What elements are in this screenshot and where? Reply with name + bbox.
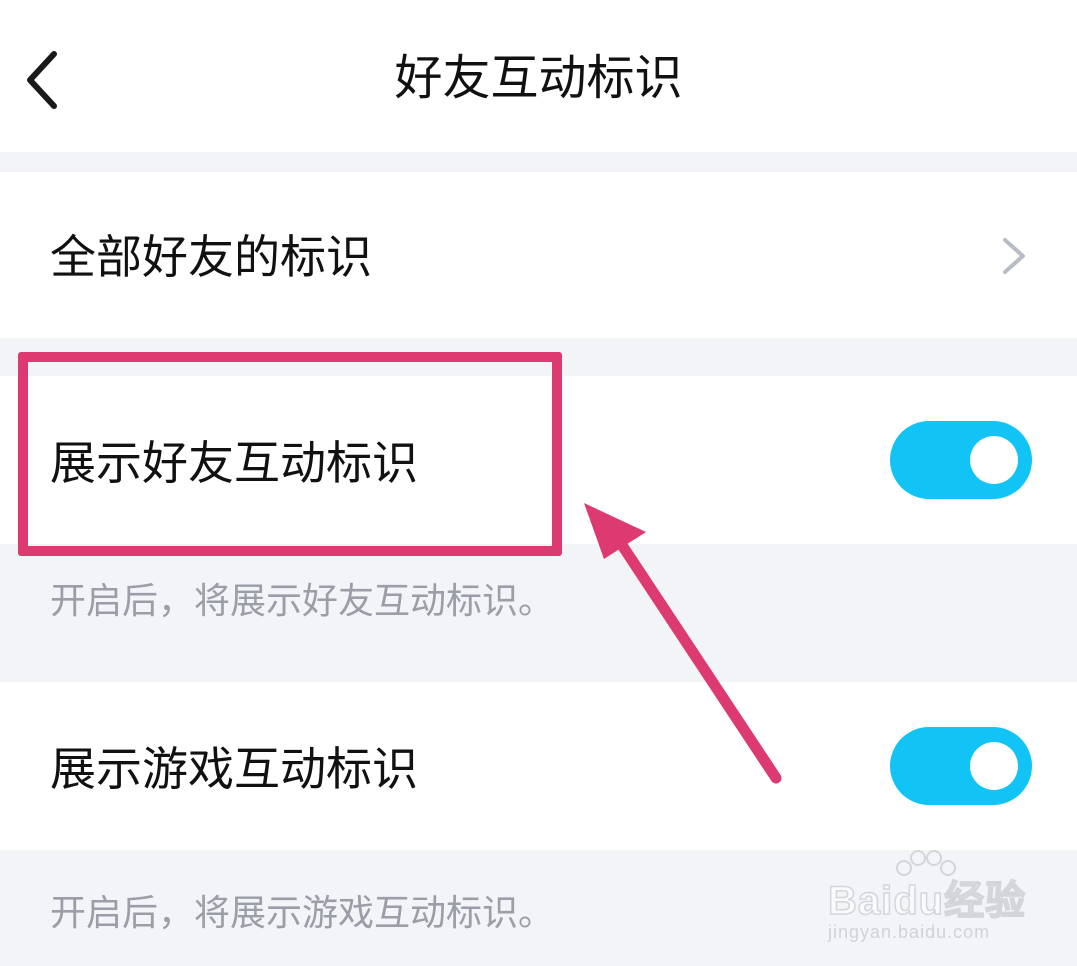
toggle-knob bbox=[970, 436, 1018, 484]
watermark-url: jingyan.baidu.com bbox=[828, 922, 991, 942]
paw-icon bbox=[896, 850, 956, 876]
show-game-marks-item: 展示游戏互动标识 bbox=[0, 682, 1077, 850]
all-friends-marks-label: 全部好友的标识 bbox=[50, 230, 372, 284]
chevron-left-icon bbox=[27, 51, 57, 109]
header-bar: 好友互动标识 bbox=[0, 0, 1077, 152]
show-friend-marks-label: 展示好友互动标识 bbox=[50, 436, 418, 490]
all-friends-marks-item[interactable]: 全部好友的标识 bbox=[0, 172, 1077, 338]
show-friend-marks-toggle[interactable] bbox=[890, 421, 1032, 499]
toggle-knob bbox=[970, 742, 1018, 790]
show-friend-marks-description: 开启后，将展示好友互动标识。 bbox=[50, 581, 555, 622]
page-title: 好友互动标识 bbox=[394, 50, 683, 106]
show-game-marks-toggle[interactable] bbox=[890, 727, 1032, 805]
show-game-marks-description: 开启后，将展示游戏互动标识。 bbox=[50, 893, 555, 934]
baidu-jingyan-watermark: Baidu经验 jingyan.baidu.com bbox=[827, 850, 1058, 950]
show-friend-marks-item: 展示好友互动标识 bbox=[0, 376, 1077, 544]
back-button[interactable] bbox=[20, 40, 80, 120]
chevron-right-icon bbox=[1003, 238, 1025, 274]
watermark-brand: Baidu经验 bbox=[827, 878, 1027, 924]
show-game-marks-label: 展示游戏互动标识 bbox=[50, 742, 418, 796]
